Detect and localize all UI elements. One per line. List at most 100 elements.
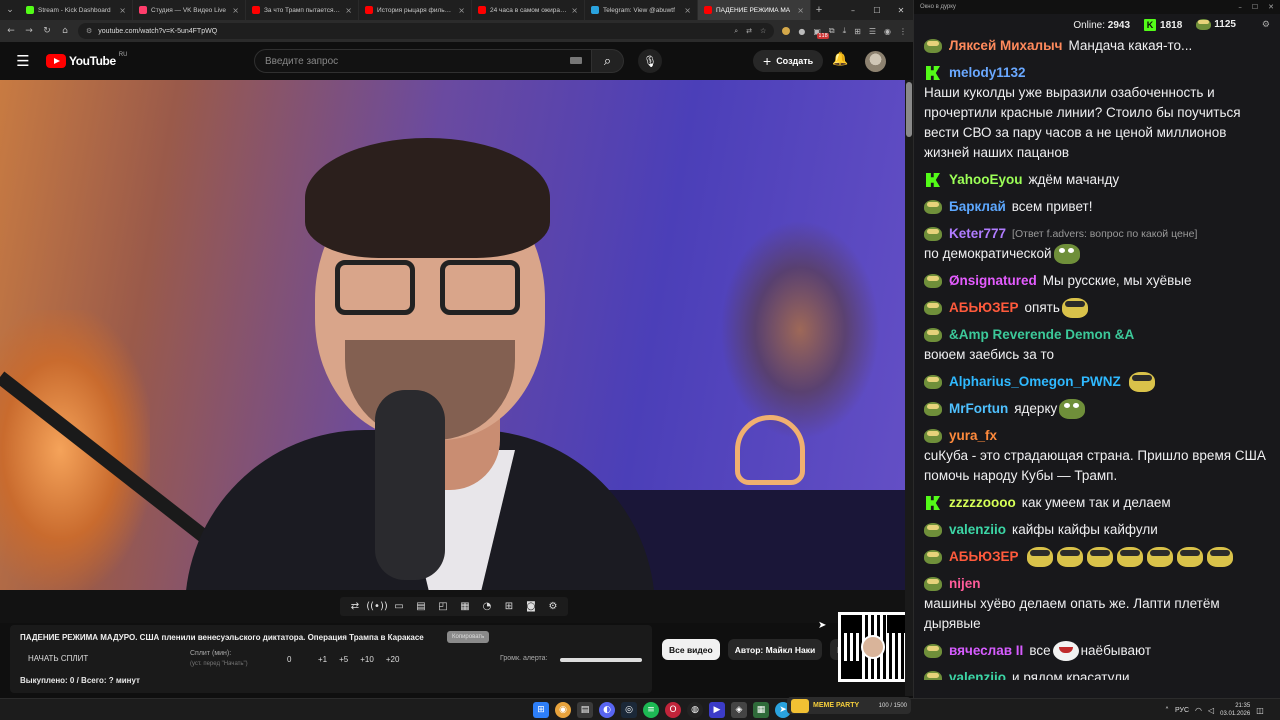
network-icon[interactable]: ◠ bbox=[1195, 706, 1202, 715]
chat-username[interactable]: Ønsignatured bbox=[949, 271, 1037, 291]
bookmark-star-icon[interactable]: ☆ bbox=[760, 27, 766, 36]
settings-icon[interactable]: ⚙ bbox=[544, 598, 562, 615]
chat-settings-icon[interactable]: ⚙ bbox=[1262, 20, 1270, 30]
tab-close-icon[interactable]: × bbox=[684, 6, 691, 15]
chat-username[interactable]: АБЬЮЗЕР bbox=[949, 298, 1019, 318]
reload-icon[interactable]: ↻ bbox=[42, 26, 52, 36]
tab-search-icon[interactable]: ⌄ bbox=[0, 0, 20, 20]
tab-close-icon[interactable]: × bbox=[232, 6, 239, 15]
discord-icon[interactable]: ◐ bbox=[599, 702, 615, 718]
page-scrollbar[interactable] bbox=[905, 80, 913, 696]
youtube-logo[interactable]: YouTube RU bbox=[46, 52, 127, 68]
chat-username[interactable]: valenziio bbox=[949, 668, 1006, 680]
broadcast-icon[interactable]: ((•)) bbox=[366, 598, 388, 615]
tab-close-icon[interactable]: × bbox=[797, 6, 804, 15]
notifications-icon[interactable]: ◫ bbox=[1256, 706, 1264, 715]
url-field[interactable]: ⚙ youtube.com/watch?v=K-5un4FTpWQ ⌕ ⇄ ☆ bbox=[78, 23, 775, 39]
app-icon[interactable]: ◈ bbox=[731, 702, 747, 718]
grid-app-icon[interactable]: ▦ bbox=[753, 702, 769, 718]
extension-badge-icon[interactable]: ▣ 118 bbox=[813, 27, 829, 39]
copy-title-button[interactable]: Копировать bbox=[447, 631, 490, 643]
explorer-icon[interactable]: ▤ bbox=[577, 702, 593, 718]
increment-10-button[interactable]: +10 bbox=[360, 655, 374, 664]
chat-username[interactable]: АБЬЮЗЕР bbox=[949, 547, 1019, 567]
meme-party-widget[interactable]: MEME PARTY 100 / 1500 bbox=[787, 697, 911, 714]
tray-overflow-icon[interactable]: ˄ bbox=[1165, 706, 1169, 715]
video-player[interactable] bbox=[0, 80, 905, 590]
chat-username[interactable]: MrFortun bbox=[949, 399, 1008, 419]
opera-icon[interactable]: O bbox=[665, 702, 681, 718]
increment-1-button[interactable]: +1 bbox=[318, 655, 327, 664]
downloads-icon[interactable]: ⤓ bbox=[843, 26, 847, 36]
chat-username[interactable]: zzzzzoooo bbox=[949, 493, 1016, 513]
increment-20-button[interactable]: +20 bbox=[386, 655, 400, 664]
history-icon[interactable]: ☰ bbox=[869, 27, 876, 36]
browser-tab-6[interactable]: ПАДЕНИЕ РЕЖИМА МА × bbox=[698, 0, 811, 20]
zoom-icon[interactable]: ⌕ bbox=[734, 27, 738, 36]
alert-volume-slider[interactable] bbox=[560, 658, 642, 662]
browser-tab-5[interactable]: Telegram: View @abuwtf × bbox=[585, 0, 698, 20]
clip-icon[interactable]: ▤ bbox=[412, 598, 430, 615]
forward-icon[interactable]: → bbox=[24, 26, 34, 36]
notifications-bell-icon[interactable]: 🔔 bbox=[832, 52, 848, 67]
browser-tab-0[interactable]: Stream - Kick Dashboard × bbox=[20, 0, 133, 20]
profile-icon[interactable]: ◉ bbox=[884, 27, 891, 36]
chrome-icon[interactable]: ◉ bbox=[555, 702, 571, 718]
screenshot-icon[interactable]: ◙ bbox=[522, 598, 540, 615]
keyboard-icon[interactable] bbox=[570, 57, 582, 64]
minimize-icon[interactable]: – bbox=[841, 6, 865, 15]
spotify-icon[interactable]: ≡ bbox=[643, 702, 659, 718]
start-icon[interactable]: ⊞ bbox=[533, 702, 549, 718]
translate-icon[interactable]: ⇄ bbox=[746, 27, 752, 36]
tab-close-icon[interactable]: × bbox=[571, 6, 578, 15]
chat-username[interactable]: valenziio bbox=[949, 520, 1006, 540]
create-button[interactable]: + Создать bbox=[753, 50, 824, 72]
home-icon[interactable]: ⌂ bbox=[60, 26, 70, 36]
chat-username[interactable]: вячеслав II bbox=[949, 641, 1023, 661]
chat-username[interactable]: Alpharius_Omegon_PWNZ bbox=[949, 372, 1121, 392]
chat-username[interactable]: Барклай bbox=[949, 197, 1006, 217]
add-frame-icon[interactable]: ⊞ bbox=[500, 598, 518, 615]
cast-icon[interactable]: ▭ bbox=[390, 598, 408, 615]
chat-reply-reference[interactable]: [Ответ f.advers: вопрос по какой цене] bbox=[1012, 224, 1197, 244]
obs-icon[interactable]: ◍ bbox=[687, 702, 703, 718]
extension-avatar-icon[interactable] bbox=[782, 27, 791, 35]
volume-icon[interactable]: ◁ bbox=[1208, 706, 1214, 715]
scrollbar-thumb[interactable] bbox=[906, 82, 912, 137]
chip-author[interactable]: Автор: Майкл Наки bbox=[727, 639, 823, 660]
new-tab-button[interactable]: + bbox=[811, 4, 827, 16]
chapters-icon[interactable]: ▦ bbox=[456, 598, 474, 615]
chat-username[interactable]: YahooEyou bbox=[949, 170, 1023, 190]
tab-groups-icon[interactable]: ⊞ bbox=[854, 27, 861, 36]
maximize-icon[interactable]: ☐ bbox=[865, 6, 889, 15]
chat-maximize-icon[interactable]: ☐ bbox=[1252, 3, 1258, 11]
extensions-icon[interactable]: ⧉ bbox=[829, 26, 835, 36]
start-split-button[interactable]: НАЧАТЬ СПЛИТ bbox=[28, 654, 88, 663]
back-icon[interactable]: ← bbox=[6, 26, 16, 36]
extension-ghost-icon[interactable]: ● bbox=[798, 27, 805, 36]
browser-tab-1[interactable]: Студия — VK Видео Live × bbox=[133, 0, 246, 20]
loop-icon[interactable]: ⇄ bbox=[346, 598, 364, 615]
search-input[interactable] bbox=[254, 49, 592, 73]
chat-close-icon[interactable]: ✕ bbox=[1268, 3, 1274, 11]
tab-close-icon[interactable]: × bbox=[345, 6, 352, 15]
tab-close-icon[interactable]: × bbox=[119, 6, 126, 15]
chip-all-videos[interactable]: Все видео bbox=[662, 639, 720, 660]
chat-minimize-icon[interactable]: – bbox=[1238, 3, 1242, 11]
voice-search-button[interactable]: 🎙 bbox=[638, 49, 662, 73]
clock[interactable]: 21:35 03.01.2026 bbox=[1220, 702, 1250, 718]
chat-username[interactable]: Keter777 bbox=[949, 224, 1006, 244]
close-icon[interactable]: ✕ bbox=[889, 6, 913, 15]
browser-tab-2[interactable]: За что Трамп пытается убит × bbox=[246, 0, 359, 20]
steam-icon[interactable]: ◎ bbox=[621, 702, 637, 718]
language-indicator[interactable]: РУС bbox=[1175, 707, 1189, 714]
speed-icon[interactable]: ◔ bbox=[478, 598, 496, 615]
player-icon[interactable]: ▶ bbox=[709, 702, 725, 718]
chat-username[interactable]: nijen bbox=[949, 574, 981, 594]
chat-username[interactable]: Ляксей Михалыч bbox=[949, 36, 1063, 56]
guide-menu-icon[interactable]: ☰ bbox=[0, 52, 46, 70]
split-minutes-value[interactable]: 0 bbox=[287, 655, 291, 664]
browser-tab-4[interactable]: 24 часа в самом ожирающи × bbox=[472, 0, 585, 20]
site-info-icon[interactable]: ⚙ bbox=[86, 27, 92, 35]
browser-tab-3[interactable]: История рыцаря фильм, 20 × bbox=[359, 0, 472, 20]
